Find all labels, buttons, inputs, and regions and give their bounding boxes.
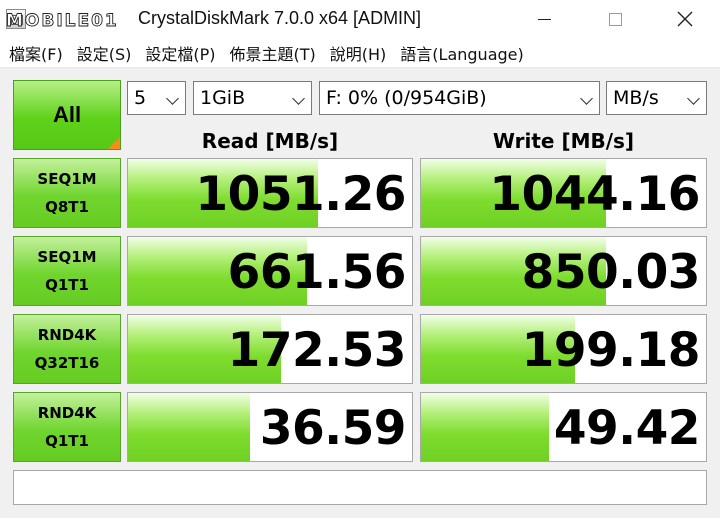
size-select[interactable]: 1GiB [193, 81, 312, 115]
chevron-down-icon [687, 92, 700, 105]
maximize-icon [608, 12, 622, 26]
maximize-button[interactable] [587, 0, 643, 38]
menu-file[interactable]: 檔案(F) [2, 41, 70, 65]
write-result-rnd4k-q32t16: 199.18 [420, 314, 707, 384]
menu-settings[interactable]: 設定(S) [70, 41, 139, 65]
test-button-rnd4k-q1t1[interactable]: RND4K Q1T1 [13, 392, 121, 462]
write-fill-bar [421, 393, 550, 461]
size-select-value: 1GiB [200, 87, 246, 109]
write-value: 49.42 [553, 400, 701, 456]
test-button-seq1m-q1t1[interactable]: SEQ1M Q1T1 [13, 236, 121, 306]
minimize-icon [537, 18, 551, 20]
close-icon [677, 11, 693, 27]
menu-language[interactable]: 語言(Language) [393, 41, 530, 65]
drive-select[interactable]: F: 0% (0/954GiB) [319, 81, 600, 115]
all-button-label: All [52, 102, 82, 127]
chevron-down-icon [580, 92, 593, 105]
test-button-line2: Q1T1 [45, 276, 89, 294]
test-button-line2: Q32T16 [34, 354, 100, 372]
read-result-rnd4k-q1t1: 36.59 [127, 392, 413, 462]
write-value: 850.03 [521, 244, 701, 300]
test-button-line2: Q1T1 [45, 432, 89, 450]
test-button-line1: RND4K [37, 326, 97, 344]
title-bar: MOBILE01 CrystalDiskMark 7.0.0 x64 [ADMI… [0, 0, 720, 38]
write-value: 199.18 [521, 322, 701, 378]
drive-select-value: F: 0% (0/954GiB) [326, 87, 487, 109]
read-column-header: Read [MB/s] [201, 129, 339, 153]
read-result-seq1m-q8t1: 1051.26 [127, 158, 413, 228]
read-value: 1051.26 [195, 166, 406, 222]
test-button-line2: Q8T1 [45, 198, 89, 216]
count-select[interactable]: 5 [127, 81, 186, 115]
test-button-line1: SEQ1M [37, 248, 97, 266]
unit-select[interactable]: MB/s [606, 81, 707, 115]
test-button-seq1m-q8t1[interactable]: SEQ1M Q8T1 [13, 158, 121, 228]
all-button[interactable]: All [13, 80, 121, 150]
read-value: 36.59 [259, 400, 407, 456]
read-result-seq1m-q1t1: 661.56 [127, 236, 413, 306]
comment-field[interactable] [13, 470, 707, 505]
write-result-seq1m-q1t1: 850.03 [420, 236, 707, 306]
menu-bar: 檔案(F) 設定(S) 設定檔(P) 佈景主題(T) 說明(H) 語言(Lang… [0, 38, 720, 68]
test-button-line1: SEQ1M [37, 170, 97, 188]
minimize-button[interactable] [516, 0, 572, 38]
read-value: 172.53 [227, 322, 407, 378]
test-button-rnd4k-q32t16[interactable]: RND4K Q32T16 [13, 314, 121, 384]
write-value: 1044.16 [489, 166, 700, 222]
unit-select-value: MB/s [613, 87, 659, 109]
read-value: 661.56 [227, 244, 407, 300]
menu-help[interactable]: 說明(H) [323, 41, 394, 65]
svg-text:MOBILE01: MOBILE01 [6, 11, 119, 31]
write-result-seq1m-q8t1: 1044.16 [420, 158, 707, 228]
menu-theme[interactable]: 佈景主題(T) [223, 41, 323, 65]
corner-marker-icon [108, 137, 120, 149]
chevron-down-icon [292, 92, 305, 105]
watermark-logo: MOBILE01 [6, 11, 119, 32]
menu-profile[interactable]: 設定檔(P) [138, 41, 222, 65]
write-result-rnd4k-q1t1: 49.42 [420, 392, 707, 462]
chevron-down-icon [166, 92, 179, 105]
close-button[interactable] [657, 0, 713, 38]
window-title: CrystalDiskMark 7.0.0 x64 [ADMIN] [138, 8, 422, 28]
read-fill-bar [128, 393, 251, 461]
write-column-header: Write [MB/s] [492, 129, 635, 153]
read-result-rnd4k-q32t16: 172.53 [127, 314, 413, 384]
count-select-value: 5 [134, 87, 147, 109]
test-button-line1: RND4K [37, 404, 97, 422]
